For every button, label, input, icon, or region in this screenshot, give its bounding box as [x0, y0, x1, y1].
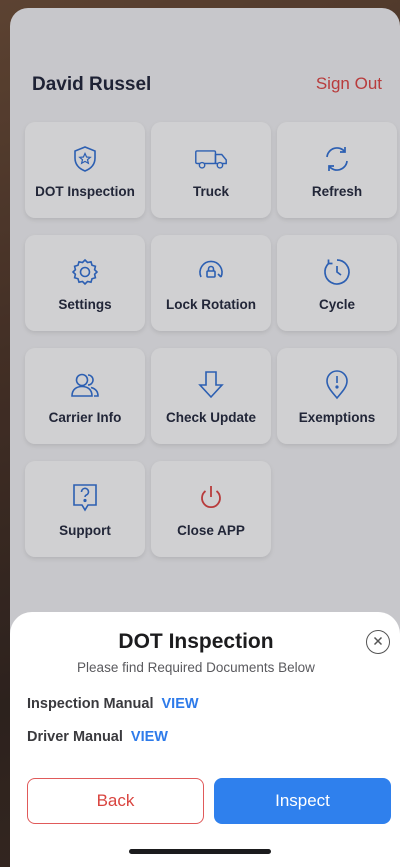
driver-manual-view-link[interactable]: VIEW	[131, 729, 168, 745]
doc-row-driver-manual: Driver Manual VIEW	[27, 729, 168, 745]
home-indicator	[129, 849, 271, 854]
inspect-button[interactable]: Inspect	[214, 778, 391, 824]
back-button[interactable]: Back	[27, 778, 204, 824]
dot-inspection-sheet: DOT Inspection Please find Required Docu…	[10, 612, 400, 867]
close-icon	[373, 633, 383, 651]
doc-label: Driver Manual	[27, 729, 123, 745]
doc-row-inspection-manual: Inspection Manual VIEW	[27, 696, 199, 712]
close-button[interactable]	[366, 630, 390, 654]
doc-label: Inspection Manual	[27, 696, 154, 712]
inspection-manual-view-link[interactable]: VIEW	[162, 696, 199, 712]
sheet-subtitle: Please find Required Documents Below	[77, 660, 315, 675]
sheet-title: DOT Inspection	[118, 630, 274, 653]
